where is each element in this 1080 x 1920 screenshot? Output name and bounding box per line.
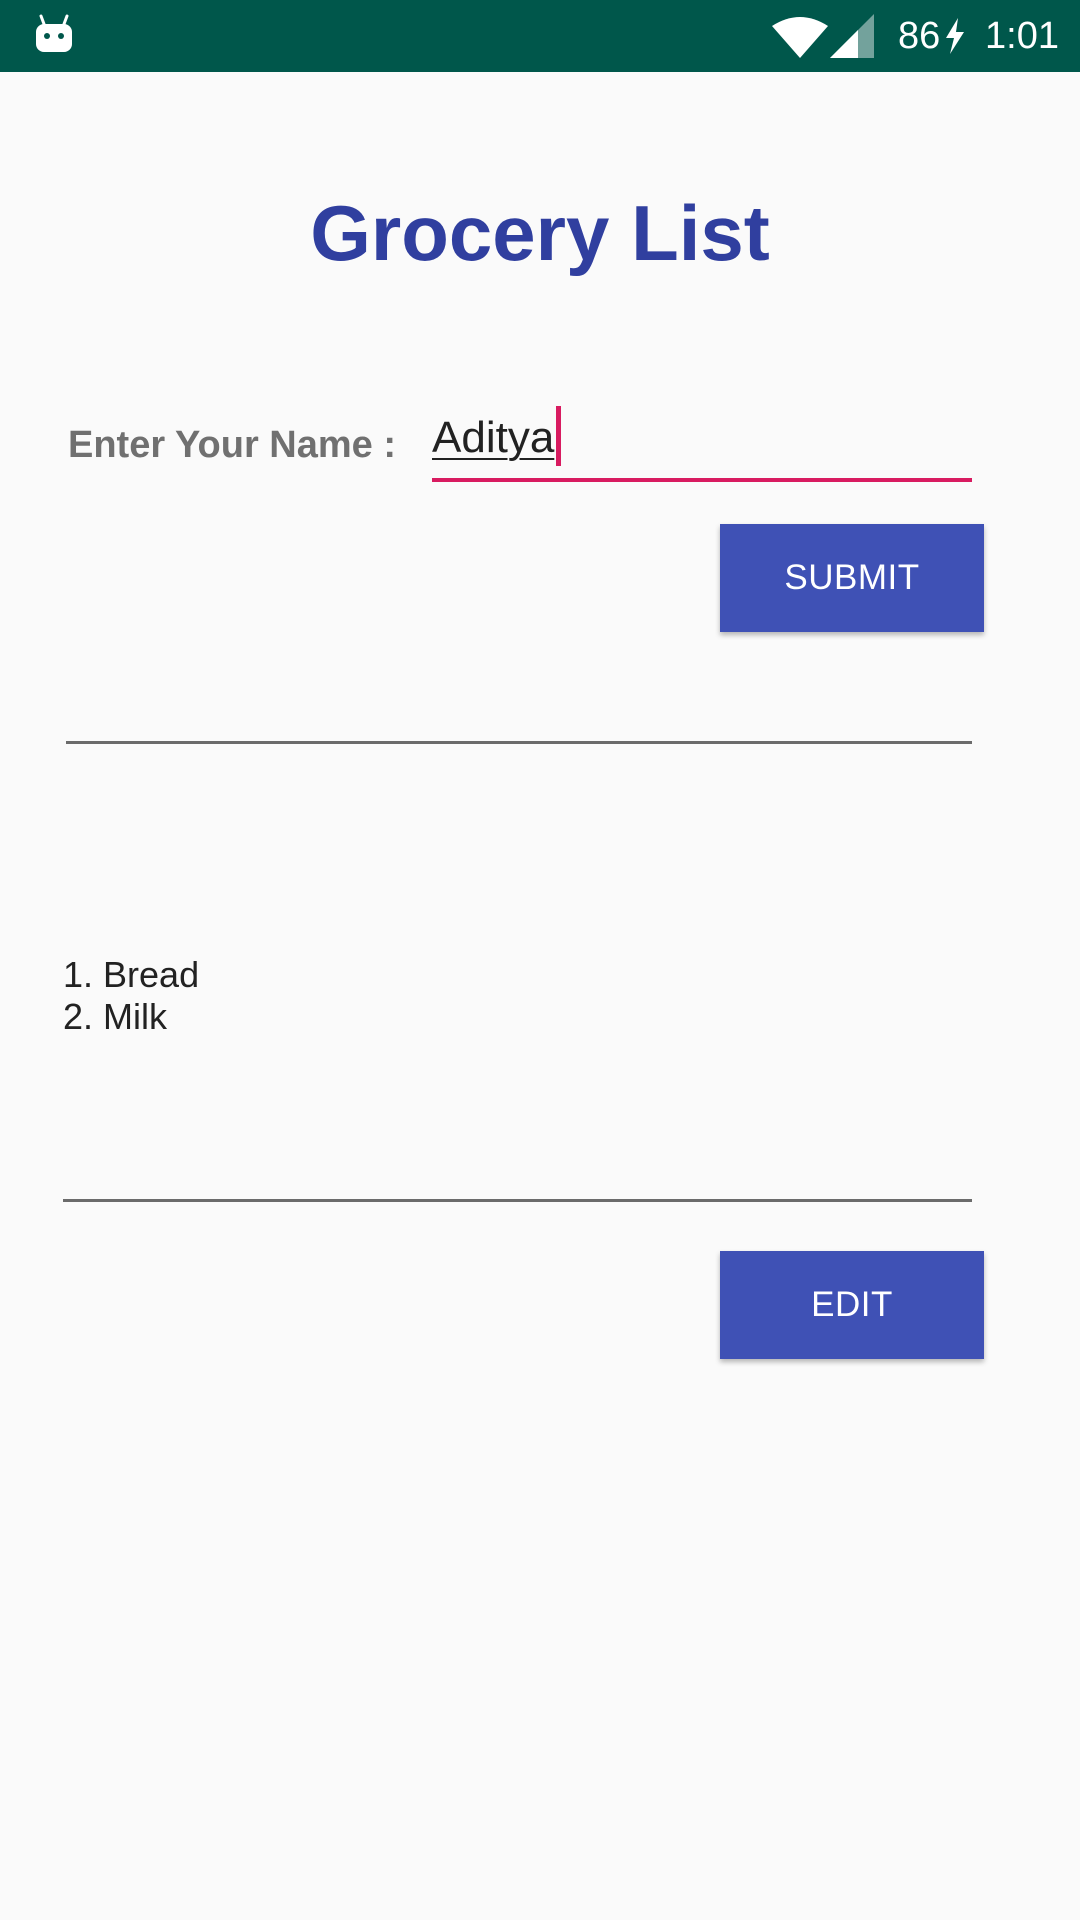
charging-bolt-icon xyxy=(946,18,964,54)
text-cursor xyxy=(556,406,561,466)
grocery-list: 1. Bread 2. Milk xyxy=(63,954,199,1038)
grocery-item: 1. Bread xyxy=(63,954,200,995)
name-label: Enter Your Name : xyxy=(68,424,397,466)
list-divider-bottom xyxy=(63,1199,972,1202)
status-bar: 86 1:01 xyxy=(0,0,1080,72)
submit-button[interactable]: SUBMIT xyxy=(720,524,984,632)
edit-button[interactable]: EDIT xyxy=(720,1251,984,1359)
cell-signal-icon xyxy=(830,14,874,58)
grocery-item: 2. Milk xyxy=(63,996,168,1037)
page-title: Grocery List xyxy=(310,189,770,277)
name-input[interactable]: Aditya xyxy=(432,400,972,482)
list-divider-top xyxy=(66,741,972,744)
android-notification-icon xyxy=(36,14,72,52)
name-input-value: Aditya xyxy=(432,413,555,462)
battery-level-text: 86 xyxy=(898,15,941,57)
status-time: 1:01 xyxy=(985,15,1059,57)
wifi-icon xyxy=(772,17,828,58)
